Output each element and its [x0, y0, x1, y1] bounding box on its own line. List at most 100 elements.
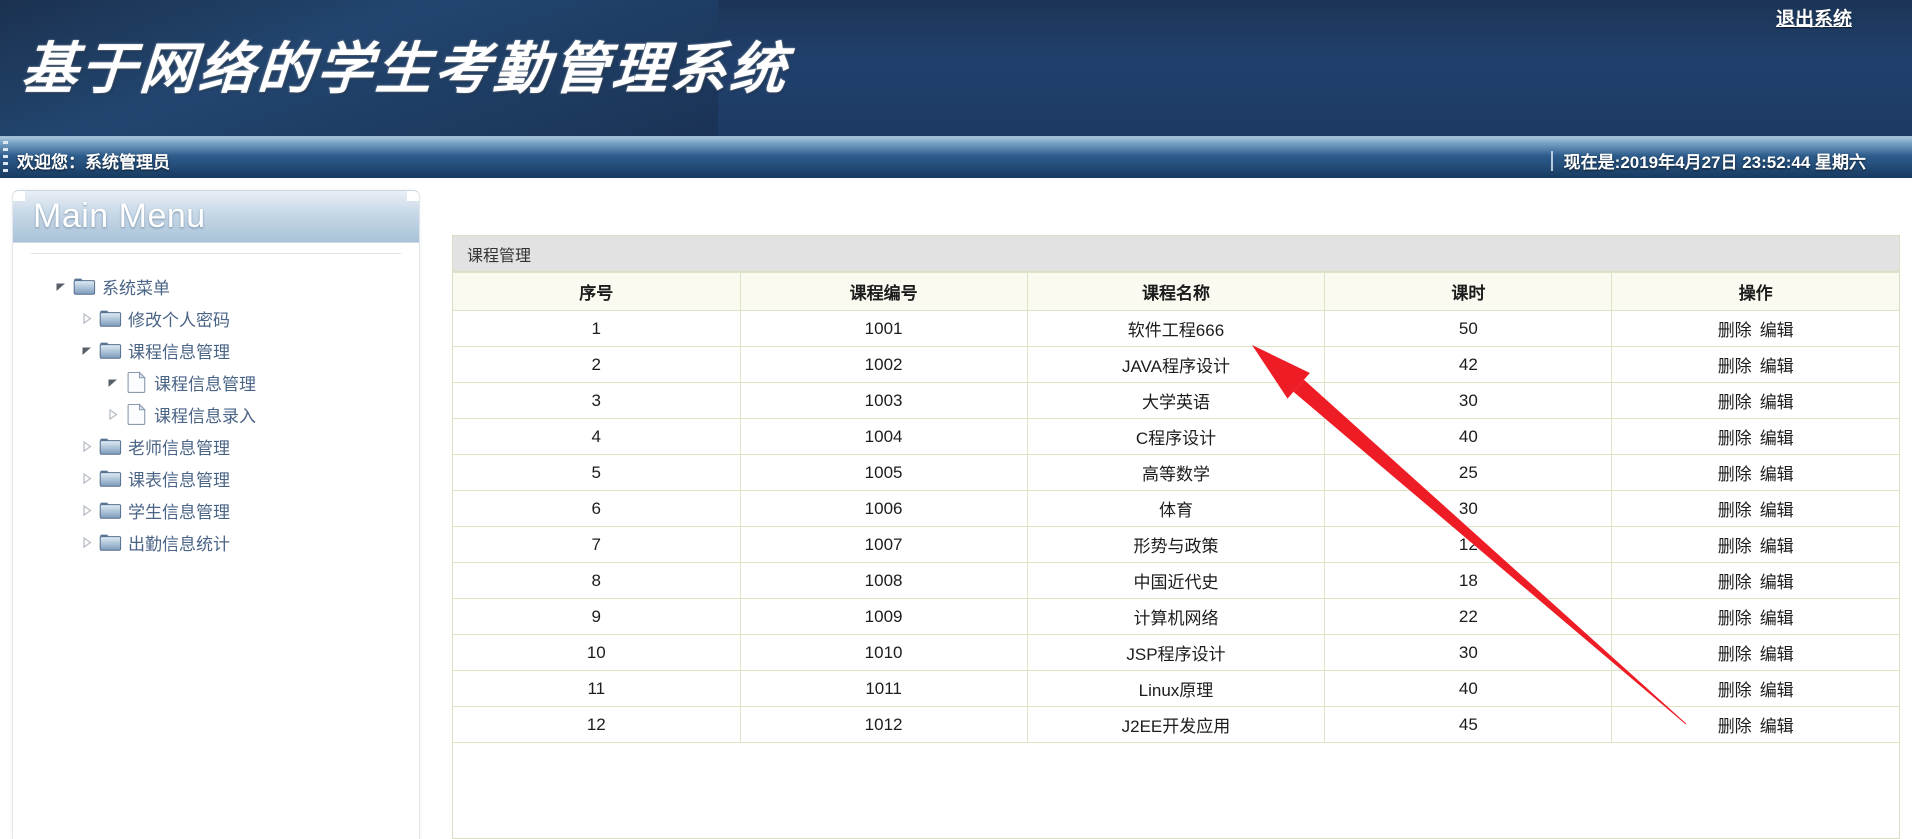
edit-link[interactable]: 编辑	[1760, 609, 1794, 628]
edit-link[interactable]: 编辑	[1760, 429, 1794, 448]
menu-item-label: 课表信息管理	[128, 470, 230, 490]
caret-expanded-icon[interactable]	[75, 344, 97, 357]
caret-expanded-icon[interactable]	[101, 376, 123, 389]
edit-link[interactable]: 编辑	[1760, 537, 1794, 556]
cell-seq: 5	[453, 454, 741, 491]
delete-link[interactable]: 删除	[1718, 357, 1752, 376]
folder-icon	[97, 436, 124, 456]
menu-item-5[interactable]: 课程信息录入	[13, 398, 419, 430]
edit-link[interactable]: 编辑	[1760, 501, 1794, 520]
edit-link[interactable]: 编辑	[1760, 573, 1794, 592]
cell-hours: 40	[1324, 418, 1613, 455]
delete-link[interactable]: 删除	[1718, 465, 1752, 484]
edit-link[interactable]: 编辑	[1760, 681, 1794, 700]
cell-actions: 删除 编辑	[1611, 526, 1899, 563]
welcome-bar-decoration	[3, 141, 8, 175]
content-panel: 课程管理 序号 课程编号 课程名称 课时 操作 1 1001 软件工程666 50 删除 编辑 2 1…	[452, 235, 1900, 839]
cell-actions: 删除 编辑	[1611, 670, 1899, 707]
folder-icon	[97, 340, 124, 360]
caret-collapsed-icon[interactable]	[75, 536, 97, 549]
cell-code: 1008	[739, 562, 1028, 599]
cell-name: J2EE开发应用	[1026, 706, 1326, 743]
cell-hours: 40	[1324, 670, 1613, 707]
menu-item-1[interactable]: 系统菜单	[13, 270, 419, 302]
folder-icon	[97, 532, 124, 552]
cell-actions: 删除 编辑	[1611, 418, 1899, 455]
cell-actions: 删除 编辑	[1611, 562, 1899, 599]
course-table-body: 1 1001 软件工程666 50 删除 编辑 2 1002 JAVA程序设计 42 删除 编辑 3 10…	[453, 310, 1899, 743]
menu-item-2[interactable]: 修改个人密码	[13, 302, 419, 334]
cell-seq: 10	[453, 634, 741, 671]
menu-item-label: 课程信息录入	[154, 406, 256, 426]
table-header-row: 序号 课程编号 课程名称 课时 操作	[453, 272, 1899, 311]
clock-separator	[1550, 150, 1553, 171]
column-header-4: 课时	[1324, 272, 1613, 311]
cell-code: 1001	[739, 310, 1028, 347]
delete-link[interactable]: 删除	[1718, 537, 1752, 556]
column-header-2: 课程编号	[739, 272, 1028, 311]
cell-seq: 9	[453, 598, 741, 635]
sidebar-panel: Main Menu 系统菜单 修改个人密码 课程信息管理 课程信息管理 课程信息录入 老师…	[12, 190, 420, 839]
table-row: 5 1005 高等数学 25 删除 编辑	[453, 454, 1899, 491]
folder-icon	[97, 500, 124, 520]
column-header-1: 序号	[453, 272, 741, 311]
cell-seq: 11	[453, 670, 741, 707]
cell-name: 形势与政策	[1026, 526, 1326, 563]
delete-link[interactable]: 删除	[1718, 609, 1752, 628]
delete-link[interactable]: 删除	[1718, 645, 1752, 664]
menu-item-6[interactable]: 老师信息管理	[13, 430, 419, 462]
menu-item-8[interactable]: 学生信息管理	[13, 494, 419, 526]
cell-actions: 删除 编辑	[1611, 346, 1899, 383]
caret-collapsed-icon[interactable]	[75, 440, 97, 453]
caret-collapsed-icon[interactable]	[101, 408, 123, 421]
cell-name: 软件工程666	[1026, 310, 1326, 347]
panel-title: 课程管理	[453, 236, 1899, 272]
cell-seq: 4	[453, 418, 741, 455]
table-row: 12 1012 J2EE开发应用 45 删除 编辑	[453, 706, 1899, 743]
cell-actions: 删除 编辑	[1611, 310, 1899, 347]
delete-link[interactable]: 删除	[1718, 429, 1752, 448]
edit-link[interactable]: 编辑	[1760, 393, 1794, 412]
delete-link[interactable]: 删除	[1718, 681, 1752, 700]
delete-link[interactable]: 删除	[1718, 393, 1752, 412]
cell-name: 高等数学	[1026, 454, 1326, 491]
table-row: 8 1008 中国近代史 18 删除 编辑	[453, 562, 1899, 599]
menu-item-9[interactable]: 出勤信息统计	[13, 526, 419, 558]
delete-link[interactable]: 删除	[1718, 321, 1752, 340]
caret-collapsed-icon[interactable]	[75, 504, 97, 517]
folder-icon	[97, 468, 124, 488]
delete-link[interactable]: 删除	[1718, 501, 1752, 520]
edit-link[interactable]: 编辑	[1760, 645, 1794, 664]
cell-code: 1005	[739, 454, 1028, 491]
delete-link[interactable]: 删除	[1718, 573, 1752, 592]
caret-collapsed-icon[interactable]	[75, 312, 97, 325]
cell-hours: 18	[1324, 562, 1613, 599]
edit-link[interactable]: 编辑	[1760, 357, 1794, 376]
cell-name: 中国近代史	[1026, 562, 1326, 599]
file-icon	[123, 371, 150, 393]
table-row: 2 1002 JAVA程序设计 42 删除 编辑	[453, 346, 1899, 383]
caret-collapsed-icon[interactable]	[75, 472, 97, 485]
menu-item-3[interactable]: 课程信息管理	[13, 334, 419, 366]
table-row: 6 1006 体育 30 删除 编辑	[453, 490, 1899, 527]
caret-expanded-icon[interactable]	[49, 280, 71, 293]
edit-link[interactable]: 编辑	[1760, 321, 1794, 340]
delete-link[interactable]: 删除	[1718, 717, 1752, 736]
cell-hours: 30	[1324, 634, 1613, 671]
menu-item-7[interactable]: 课表信息管理	[13, 462, 419, 494]
cell-code: 1002	[739, 346, 1028, 383]
edit-link[interactable]: 编辑	[1760, 717, 1794, 736]
logout-link[interactable]: 退出系统	[1776, 4, 1852, 31]
sidebar-corner-left	[13, 191, 25, 201]
menu-item-4[interactable]: 课程信息管理	[13, 366, 419, 398]
menu-item-label: 学生信息管理	[128, 502, 230, 522]
cell-name: C程序设计	[1026, 418, 1326, 455]
cell-code: 1004	[739, 418, 1028, 455]
edit-link[interactable]: 编辑	[1760, 465, 1794, 484]
cell-actions: 删除 编辑	[1611, 634, 1899, 671]
course-table: 序号 课程编号 课程名称 课时 操作 1 1001 软件工程666 50 删除 编辑 2 1002 JA…	[453, 272, 1899, 743]
cell-seq: 2	[453, 346, 741, 383]
cell-seq: 6	[453, 490, 741, 527]
menu-item-label: 修改个人密码	[128, 310, 230, 330]
course-table-head: 序号 课程编号 课程名称 课时 操作	[453, 272, 1899, 311]
